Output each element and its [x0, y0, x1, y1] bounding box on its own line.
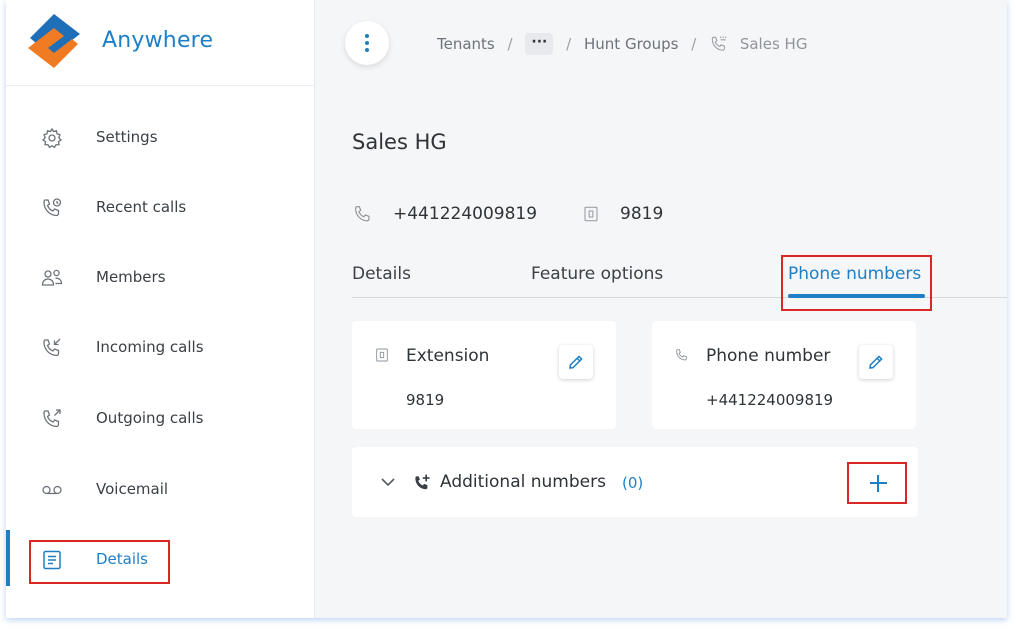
phone-icon — [676, 349, 687, 361]
extension-value: 9819 — [406, 391, 445, 409]
phone-icon — [355, 206, 370, 222]
extension-icon — [584, 206, 598, 222]
hunt-group-icon — [711, 36, 727, 51]
breadcrumb-current: Sales HG — [739, 35, 808, 53]
breadcrumb-separator: / — [566, 35, 572, 53]
sidebar-item-settings[interactable]: Settings — [6, 108, 315, 164]
sidebar: Anywhere Settings Recent calls Members I… — [6, 0, 315, 618]
breadcrumb-tenants[interactable]: Tenants — [437, 35, 495, 53]
sidebar-item-label: Settings — [96, 128, 158, 146]
sidebar-item-outgoing-calls[interactable]: Outgoing calls — [6, 389, 315, 445]
extension-card: Extension 9819 — [352, 321, 616, 429]
sidebar-item-voicemail[interactable]: Voicemail — [6, 460, 315, 516]
outgoing-call-icon — [43, 409, 61, 428]
recent-calls-icon — [43, 198, 62, 217]
app-name: Anywhere — [102, 28, 214, 53]
kebab-dot-icon — [365, 48, 369, 52]
sidebar-item-label: Outgoing calls — [96, 409, 204, 427]
edit-phone-number-button[interactable] — [859, 345, 893, 379]
extension-icon — [376, 348, 388, 362]
breadcrumb-ellipsis-button[interactable]: ··· — [525, 33, 554, 55]
phone-number-card: Phone number +441224009819 — [652, 321, 916, 429]
highlight-box-details — [29, 540, 170, 584]
sidebar-item-label: Incoming calls — [96, 338, 204, 356]
summary-extension: 9819 — [620, 204, 664, 224]
sidebar-item-label: Recent calls — [96, 198, 187, 216]
additional-numbers-count: (0) — [622, 474, 644, 492]
sidebar-item-label: Voicemail — [96, 480, 169, 498]
additional-numbers-title: Additional numbers — [440, 472, 606, 492]
extension-title: Extension — [406, 346, 490, 366]
logo-area: Anywhere — [6, 0, 315, 86]
kebab-dot-icon — [365, 34, 369, 38]
pencil-icon — [569, 355, 583, 369]
edit-extension-button[interactable] — [559, 345, 593, 379]
pencil-icon — [869, 355, 883, 369]
sidebar-item-label: Members — [96, 268, 166, 286]
members-icon — [41, 269, 63, 286]
voicemail-icon — [42, 485, 62, 495]
highlight-box-add-number — [847, 462, 907, 504]
phone-number-value: +441224009819 — [706, 391, 834, 409]
sidebar-item-recent-calls[interactable]: Recent calls — [6, 178, 315, 234]
phone-number-title: Phone number — [706, 346, 831, 366]
sidebar-item-incoming-calls[interactable]: Incoming calls — [6, 318, 315, 374]
summary-phone: +441224009819 — [393, 204, 538, 224]
highlight-box-phone-numbers — [781, 255, 932, 311]
breadcrumb-separator: / — [507, 35, 513, 53]
anywhere-logo-icon — [28, 14, 80, 68]
phone-add-icon — [415, 474, 430, 490]
gear-icon — [41, 127, 63, 149]
additional-numbers-panel: Additional numbers (0) — [352, 447, 918, 517]
tab-feature-options[interactable]: Feature options — [531, 264, 663, 284]
breadcrumb-hunt-groups[interactable]: Hunt Groups — [584, 35, 678, 53]
sidebar-item-members[interactable]: Members — [6, 248, 315, 304]
tab-details[interactable]: Details — [352, 264, 411, 284]
app-window: Anywhere Settings Recent calls Members I… — [6, 0, 1007, 618]
breadcrumb: Tenants / ··· / Hunt Groups / Sales HG — [437, 33, 807, 55]
page-title: Sales HG — [352, 130, 447, 154]
breadcrumb-separator: / — [691, 35, 697, 53]
kebab-dot-icon — [365, 41, 369, 45]
incoming-call-icon — [43, 338, 61, 357]
more-menu-button[interactable] — [345, 21, 389, 65]
chevron-down-icon[interactable] — [380, 475, 396, 489]
